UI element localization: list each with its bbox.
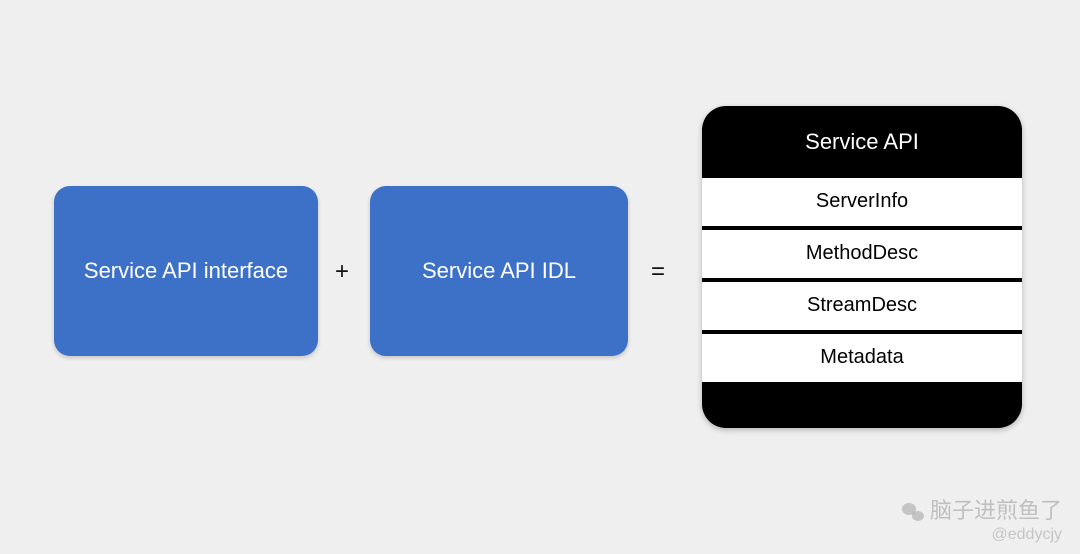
box-service-api-idl: Service API IDL [370, 186, 628, 356]
attribution-cn: 脑子进煎鱼了 [930, 498, 1062, 524]
operator-equal: = [638, 258, 678, 286]
operator-plus: + [322, 258, 362, 286]
result-card-footer [702, 382, 1022, 428]
result-row: Metadata [702, 334, 1022, 382]
result-card-rows: ServerInfo MethodDesc StreamDesc Metadat… [702, 178, 1022, 382]
box-label: Service API interface [84, 258, 288, 284]
wechat-icon [902, 501, 924, 523]
result-card: Service API ServerInfo MethodDesc Stream… [702, 106, 1022, 428]
attribution-handle: @eddycjy [902, 525, 1062, 544]
diagram-canvas: Service API interface + Service API IDL … [0, 0, 1080, 554]
result-row: MethodDesc [702, 230, 1022, 278]
result-row: StreamDesc [702, 282, 1022, 330]
attribution: 脑子进煎鱼了 @eddycjy [902, 498, 1062, 544]
result-card-title: Service API [702, 106, 1022, 178]
box-label: Service API IDL [422, 258, 576, 284]
box-service-api-interface: Service API interface [54, 186, 318, 356]
result-row: ServerInfo [702, 178, 1022, 226]
